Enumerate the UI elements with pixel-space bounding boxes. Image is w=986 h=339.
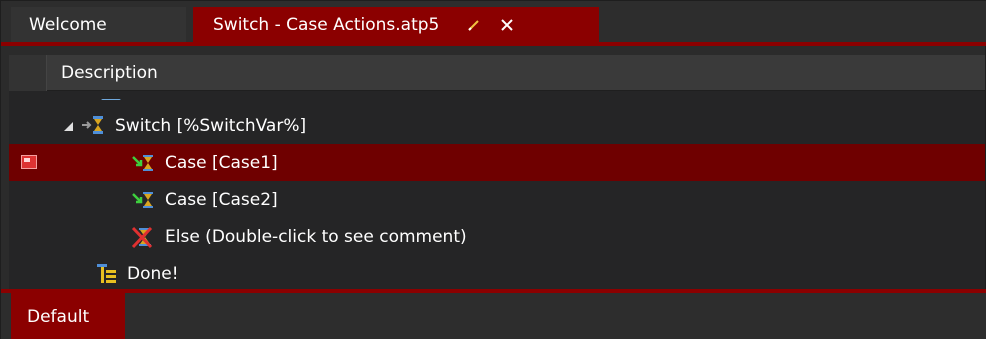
steps-grid: Description Switch [%SwitchVar%] Case [C…: [9, 55, 985, 289]
column-header-row: Description: [9, 55, 985, 91]
tree-row[interactable]: Done!: [9, 255, 985, 289]
column-header-description[interactable]: Description: [61, 55, 158, 91]
tree-row[interactable]: Else (Double-click to see comment): [9, 218, 985, 255]
switch-icon: [81, 114, 103, 136]
bottom-tab-strip: Default: [1, 289, 986, 339]
tab-default[interactable]: Default: [11, 293, 125, 339]
step-label: Switch [%SwitchVar%]: [115, 115, 307, 136]
case-icon: [131, 188, 153, 210]
collapse-arrow-icon[interactable]: [61, 119, 75, 133]
pencil-icon: [463, 18, 483, 32]
done-icon: [95, 262, 117, 284]
gutter-header: [9, 55, 47, 91]
tab-switch-case-actions[interactable]: Switch - Case Actions.atp5: [193, 7, 599, 42]
case-icon: [131, 151, 153, 173]
tab-default-label: Default: [27, 306, 90, 327]
step-label: Case [Case1]: [165, 152, 278, 173]
tab-welcome-label: Welcome: [29, 14, 107, 35]
close-icon[interactable]: [497, 18, 517, 32]
step-label: Case [Case2]: [165, 189, 278, 210]
flag-icon[interactable]: [21, 155, 37, 169]
step-label: Else (Double-click to see comment): [165, 226, 467, 247]
partial-step-icon: [99, 92, 123, 100]
tree-row[interactable]: Switch [%SwitchVar%]: [9, 107, 985, 144]
tree-row-selected[interactable]: Case [Case1]: [9, 144, 985, 181]
tab-welcome[interactable]: Welcome: [11, 7, 186, 42]
editor-window: Welcome Switch - Case Actions.atp5 Descr…: [0, 0, 986, 339]
step-label: Done!: [127, 263, 179, 284]
tree-row[interactable]: Case [Case2]: [9, 181, 985, 218]
else-disabled-icon: [131, 225, 153, 249]
tab-active-label: Switch - Case Actions.atp5: [213, 14, 440, 35]
document-tab-strip: Welcome Switch - Case Actions.atp5: [1, 1, 986, 46]
